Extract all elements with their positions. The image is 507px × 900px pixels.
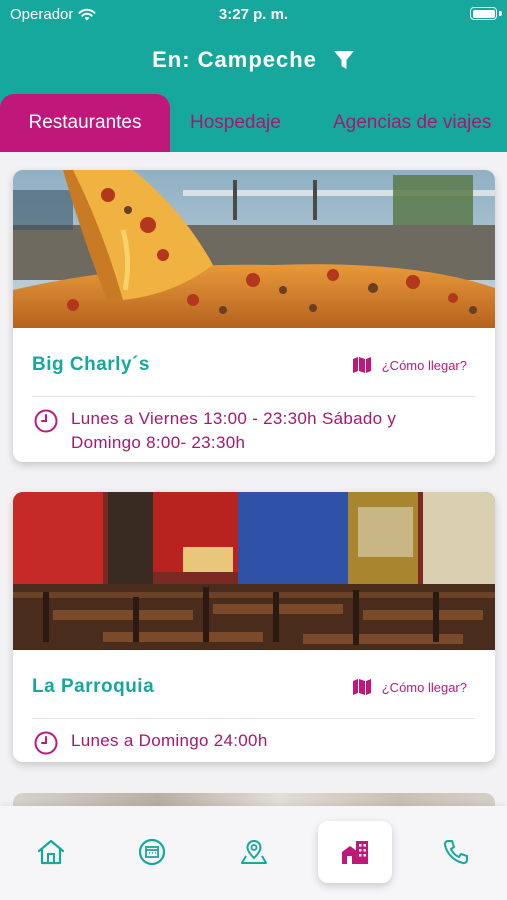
page-title: En: Campeche	[152, 47, 317, 72]
directions-label: ¿Cómo llegar?	[381, 679, 467, 695]
battery-tip	[499, 11, 502, 16]
directions-label: ¿Cómo llegar?	[381, 357, 467, 373]
map-icon	[352, 679, 371, 695]
nav-home[interactable]	[14, 821, 88, 883]
restaurant-photo-interior	[13, 492, 495, 650]
tab-restaurantes[interactable]: Restaurantes	[0, 94, 170, 152]
nav-calendar[interactable]	[115, 821, 189, 883]
restaurant-name: La Parroquia	[32, 676, 155, 697]
restaurant-card[interactable]: Big Charly´s ¿Cómo llegar? Lunes a Viern…	[13, 170, 495, 462]
calendar-icon	[138, 838, 166, 866]
bottom-nav	[0, 806, 507, 900]
battery-icon	[470, 7, 497, 20]
divider	[32, 396, 475, 397]
nav-map[interactable]	[217, 821, 291, 883]
restaurant-card[interactable]: La Parroquia ¿Cómo llegar? Lunes a Domin…	[13, 492, 495, 762]
divider	[32, 718, 475, 719]
buildings-icon	[342, 841, 368, 864]
opening-hours: Lunes a Viernes 13:00 - 23:30h Sábado y …	[33, 407, 471, 455]
nav-places[interactable]	[318, 821, 392, 883]
restaurant-name: Big Charly´s	[32, 354, 150, 375]
clock-icon	[34, 731, 58, 755]
hours-text: Lunes a Domingo 24:00h	[71, 731, 268, 750]
directions-link[interactable]: ¿Cómo llegar?	[352, 356, 467, 374]
phone-icon	[443, 840, 468, 865]
home-icon	[37, 839, 65, 865]
location-header: En: Campeche	[0, 40, 507, 80]
category-tabs: Restaurantes Hospedaje Agencias de viaje…	[0, 94, 507, 152]
nav-phone[interactable]	[419, 821, 493, 883]
map-icon	[352, 357, 371, 373]
map-pin-icon	[241, 839, 267, 864]
directions-link[interactable]: ¿Cómo llegar?	[352, 678, 467, 696]
status-bar: Operador 3:27 p. m.	[0, 0, 507, 28]
opening-hours: Lunes a Domingo 24:00h	[33, 729, 471, 756]
clock-icon	[34, 409, 58, 433]
restaurant-photo-pizza	[13, 170, 495, 328]
tab-agencias[interactable]: Agencias de viajes	[333, 94, 491, 152]
tab-hospedaje[interactable]: Hospedaje	[190, 94, 281, 152]
filter-icon[interactable]	[333, 49, 355, 71]
hours-text: Lunes a Viernes 13:00 - 23:30h Sábado y …	[71, 409, 397, 452]
clock: 3:27 p. m.	[218, 6, 289, 23]
